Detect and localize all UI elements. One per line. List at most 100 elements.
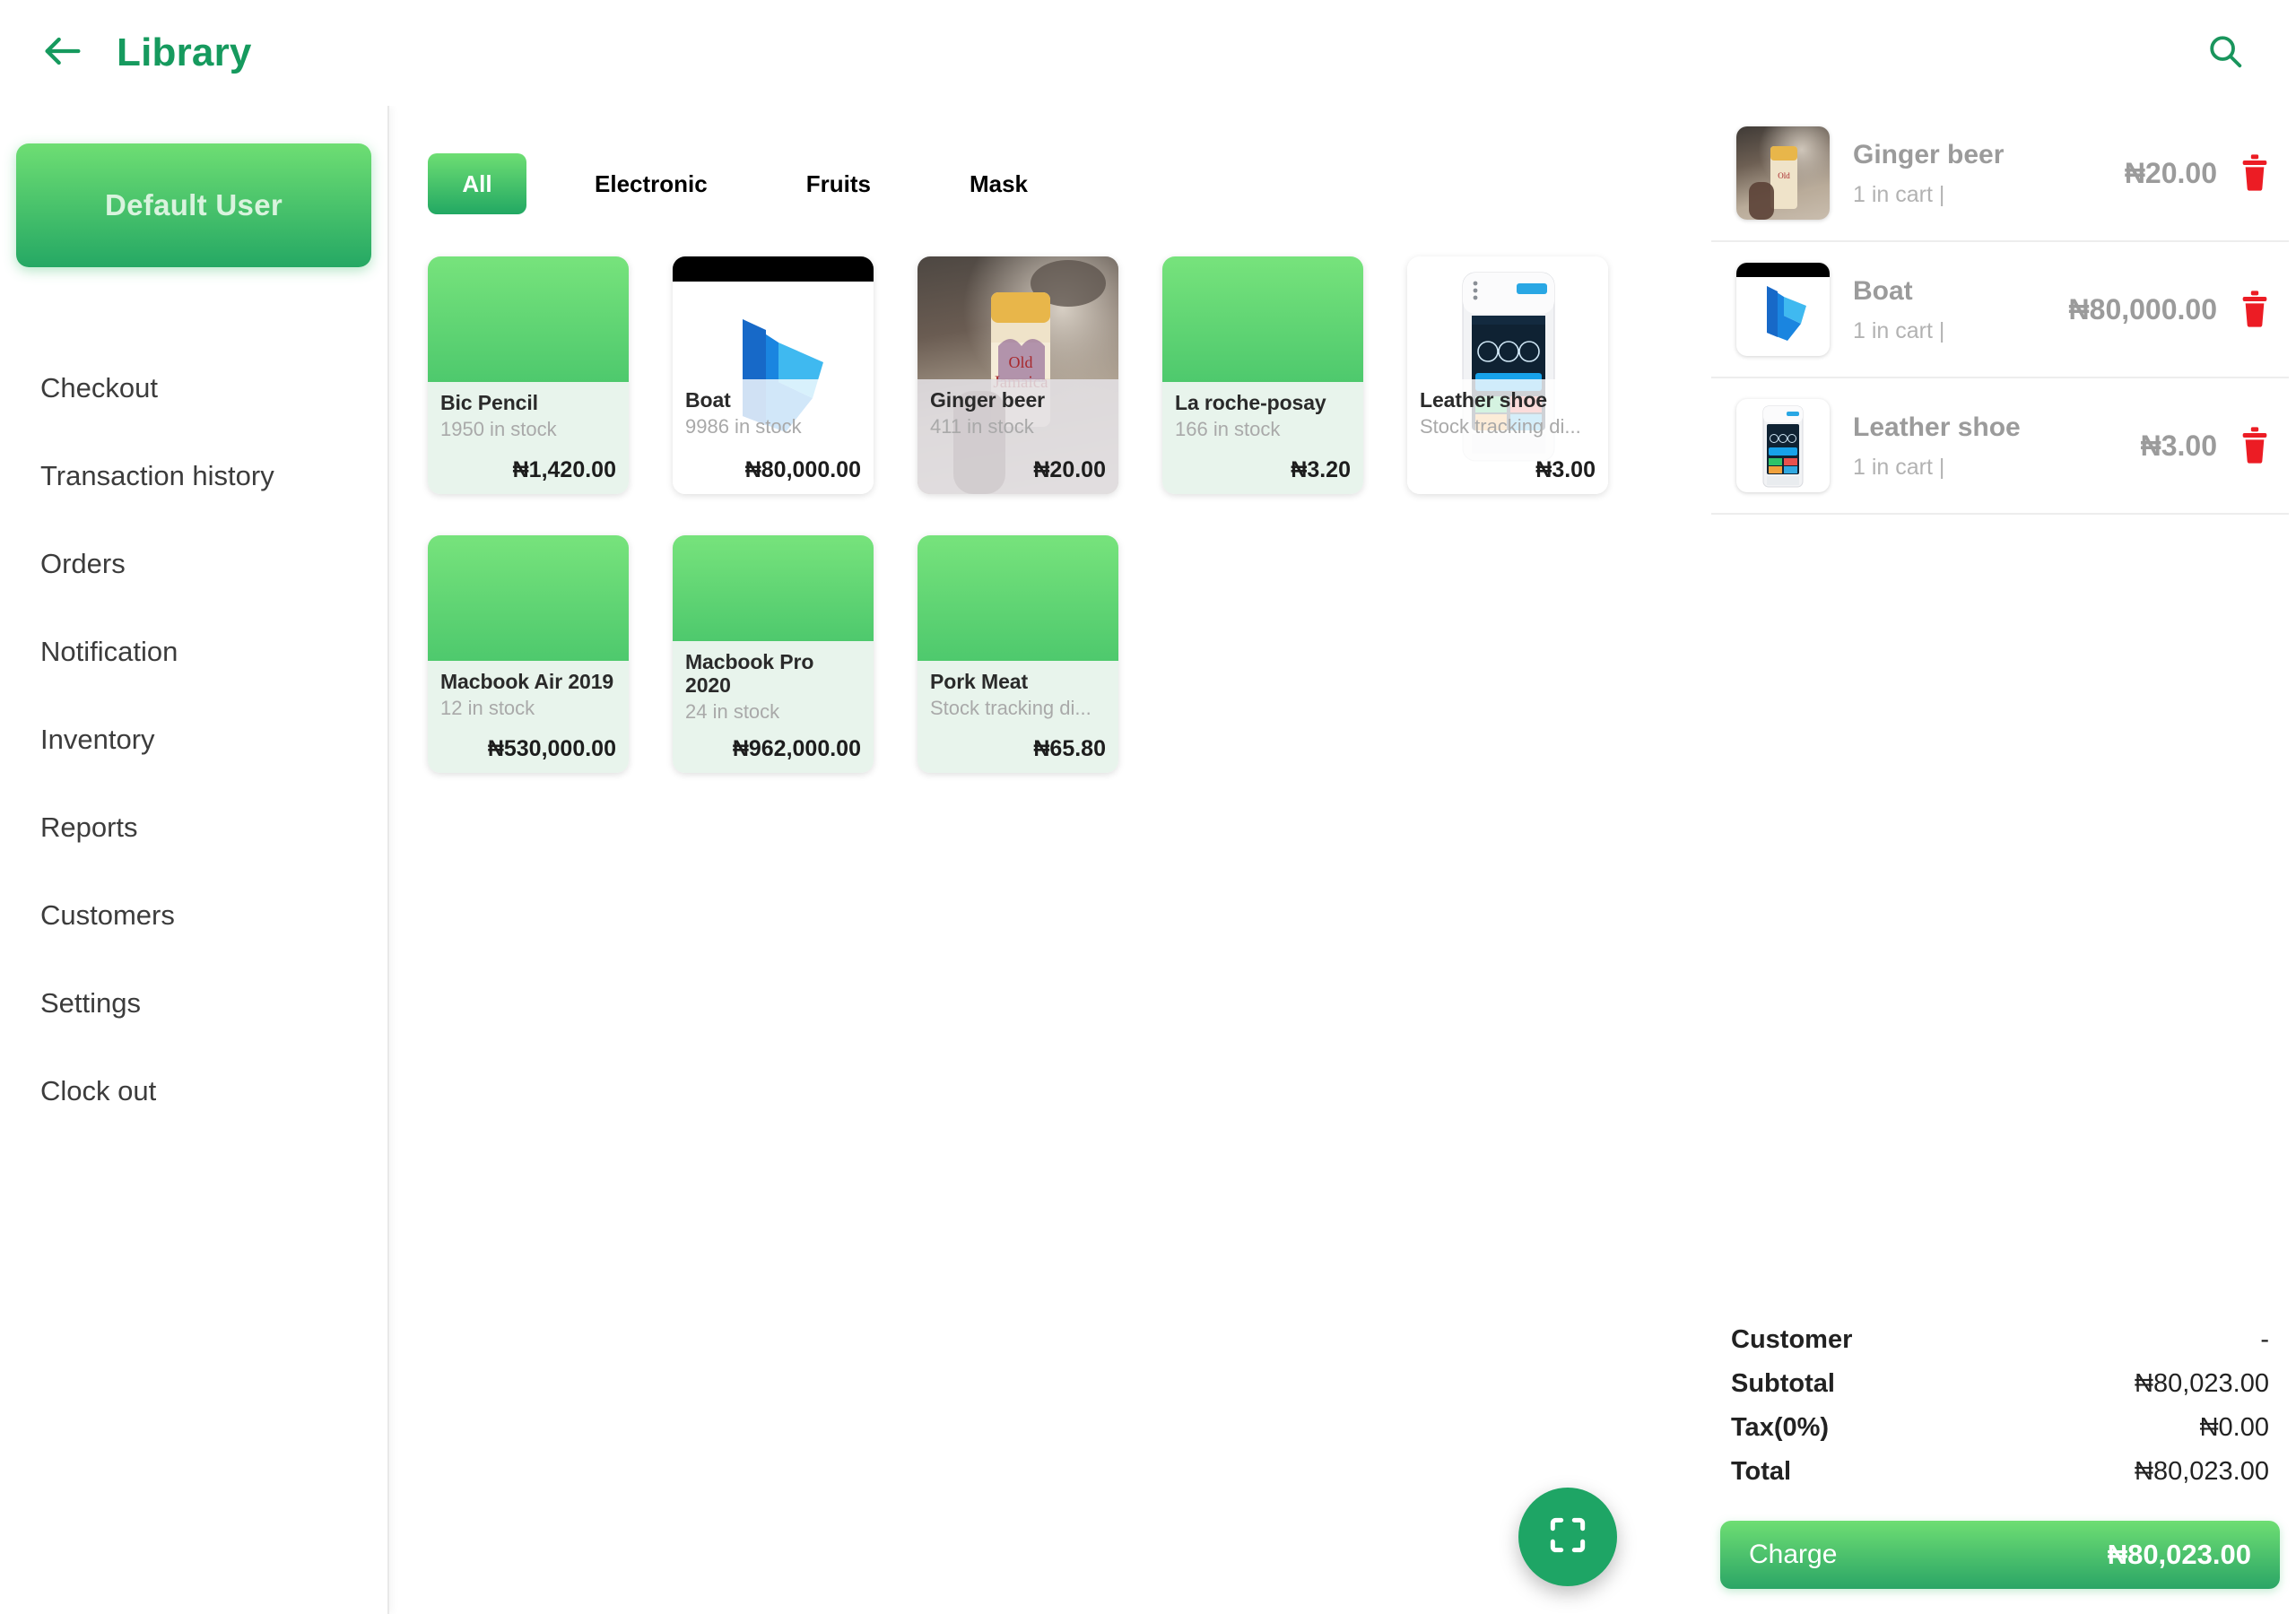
sidebar-item-label: Notification	[40, 636, 178, 667]
product-price: ₦1,420.00	[512, 457, 616, 482]
cart-item-qty: 1 in cart |	[1853, 454, 1945, 480]
order-summary: Customer - Subtotal ₦80,023.00 Tax(0%) ₦…	[1704, 1325, 2296, 1501]
product-price: ₦530,000.00	[487, 736, 616, 761]
product-price: ₦65.80	[1033, 736, 1106, 761]
product-image-placeholder	[673, 535, 874, 641]
product-name: Leather shoe	[1420, 388, 1547, 412]
summary-value: ₦80,023.00	[2135, 1369, 2269, 1398]
tab-label: Fruits	[805, 169, 871, 197]
product-price: ₦962,000.00	[732, 736, 861, 761]
product-stock: 9986 in stock	[685, 414, 802, 438]
product-image-placeholder	[1162, 256, 1363, 382]
summary-row-subtotal: Subtotal ₦80,023.00	[1731, 1369, 2269, 1413]
sidebar-item-notification[interactable]: Notification	[0, 608, 387, 696]
summary-value: ₦80,023.00	[2135, 1457, 2269, 1486]
summary-value: -	[2260, 1325, 2269, 1354]
category-tabs: All Electronic Fruits Mask	[428, 152, 1704, 215]
product-stock: 166 in stock	[1175, 417, 1281, 440]
cart-item-name: Boat	[1853, 275, 1913, 306]
product-name: Macbook Air 2019	[440, 670, 614, 693]
product-grid: Bic Pencil 1950 in stock ₦1,420.00 Boat …	[428, 256, 1683, 814]
charge-amount: ₦80,023.00	[2107, 1539, 2251, 1570]
cart-item-qty: 1 in cart |	[1853, 181, 1945, 207]
sidebar-item-settings[interactable]: Settings	[0, 959, 387, 1047]
tab-label: Mask	[969, 169, 1028, 197]
product-name: Boat	[685, 388, 731, 412]
cart-item-delete-button[interactable]	[2237, 426, 2273, 465]
back-button[interactable]	[34, 24, 91, 82]
product-card-la-roche-posay[interactable]: La roche-posay 166 in stock ₦3.20	[1162, 256, 1363, 494]
tab-electronic[interactable]: Electronic	[564, 153, 738, 214]
page-title: Library	[117, 30, 252, 74]
sidebar-item-label: Customers	[40, 899, 175, 931]
sidebar-nav: Checkout Transaction history Orders Noti…	[0, 344, 387, 1135]
cart-item-delete-button[interactable]	[2237, 290, 2273, 329]
scan-barcode-fab[interactable]	[1518, 1488, 1617, 1586]
sidebar-item-label: Inventory	[40, 724, 155, 755]
product-card-leather-shoe[interactable]: Leather shoe Stock tracking di... ₦3.00	[1407, 256, 1608, 494]
summary-value: ₦0.00	[2199, 1413, 2269, 1442]
product-stock: Stock tracking di...	[930, 696, 1091, 719]
app-bar: Library	[0, 0, 2296, 106]
tab-label: Electronic	[595, 169, 708, 197]
product-card-bic-pencil[interactable]: Bic Pencil 1950 in stock ₦1,420.00	[428, 256, 629, 494]
summary-label: Customer	[1731, 1325, 1853, 1354]
cart-row[interactable]: Boat 1 in cart | ₦80,000.00	[1711, 242, 2289, 378]
sidebar-item-inventory[interactable]: Inventory	[0, 696, 387, 784]
arrow-left-icon	[39, 28, 86, 79]
summary-label: Total	[1731, 1457, 1792, 1486]
sidebar-item-transaction-history[interactable]: Transaction history	[0, 432, 387, 520]
cart-item-delete-button[interactable]	[2237, 153, 2273, 193]
product-price: ₦3.00	[1535, 457, 1596, 482]
cart-item-price: ₦3.00	[2140, 429, 2217, 462]
product-name: Macbook Pro 2020	[685, 650, 814, 697]
cart-item-thumbnail	[1736, 399, 1830, 492]
sidebar: Default User Checkout Transaction histor…	[0, 106, 389, 1614]
product-image-placeholder	[918, 535, 1118, 661]
product-card-macbook-air-2019[interactable]: Macbook Air 2019 12 in stock ₦530,000.00	[428, 535, 629, 773]
product-name: La roche-posay	[1175, 391, 1326, 414]
search-button[interactable]	[2197, 25, 2253, 81]
cart-panel: Old Ginger beer 1 in cart | ₦20.00 Boat …	[1704, 106, 2296, 1614]
cart-item-thumbnail	[1736, 263, 1830, 356]
sidebar-item-checkout[interactable]: Checkout	[0, 344, 387, 432]
cart-items-list: Old Ginger beer 1 in cart | ₦20.00 Boat …	[1704, 106, 2296, 515]
sidebar-item-customers[interactable]: Customers	[0, 872, 387, 959]
scan-frame-icon	[1545, 1513, 1590, 1562]
cart-item-name: Leather shoe	[1853, 412, 2021, 442]
cart-item-price: ₦20.00	[2124, 156, 2217, 189]
sidebar-item-clock-out[interactable]: Clock out	[0, 1047, 387, 1135]
product-image-placeholder	[428, 256, 629, 382]
sidebar-item-label: Checkout	[40, 372, 158, 404]
sidebar-item-label: Reports	[40, 811, 138, 843]
tab-mask[interactable]: Mask	[939, 153, 1058, 214]
cart-item-price: ₦80,000.00	[2068, 292, 2217, 325]
summary-row-tax: Tax(0%) ₦0.00	[1731, 1413, 2269, 1457]
summary-row-customer[interactable]: Customer -	[1731, 1325, 2269, 1369]
product-stock: 12 in stock	[440, 696, 535, 719]
sidebar-item-reports[interactable]: Reports	[0, 784, 387, 872]
product-card-ginger-beer[interactable]: Old Jamaica Ginger beer 411 in stock ₦20…	[918, 256, 1118, 494]
product-image-placeholder	[428, 535, 629, 661]
tab-label: All	[462, 169, 492, 197]
cart-row[interactable]: Old Ginger beer 1 in cart | ₦20.00	[1711, 106, 2289, 242]
sidebar-item-label: Transaction history	[40, 460, 274, 491]
product-card-pork-meat[interactable]: Pork Meat Stock tracking di... ₦65.80	[918, 535, 1118, 773]
product-stock: Stock tracking di...	[1420, 414, 1581, 438]
sidebar-item-label: Clock out	[40, 1075, 157, 1106]
sidebar-item-label: Settings	[40, 987, 142, 1019]
svg-text:Old: Old	[1009, 353, 1033, 371]
default-user-button[interactable]: Default User	[16, 143, 371, 267]
product-name: Ginger beer	[930, 388, 1045, 412]
product-stock: 411 in stock	[930, 414, 1034, 438]
product-card-macbook-pro-2020[interactable]: Macbook Pro 2020 24 in stock ₦962,000.00	[673, 535, 874, 773]
cart-item-name: Ginger beer	[1853, 139, 2005, 169]
tab-all[interactable]: All	[428, 153, 526, 214]
sidebar-item-orders[interactable]: Orders	[0, 520, 387, 608]
summary-row-total: Total ₦80,023.00	[1731, 1457, 2269, 1501]
tab-fruits[interactable]: Fruits	[776, 153, 901, 214]
cart-row[interactable]: Leather shoe 1 in cart | ₦3.00	[1711, 378, 2289, 515]
product-card-boat[interactable]: Boat 9986 in stock ₦80,000.00	[673, 256, 874, 494]
svg-text:Old: Old	[1778, 171, 1790, 180]
charge-button[interactable]: Charge ₦80,023.00	[1720, 1521, 2280, 1589]
